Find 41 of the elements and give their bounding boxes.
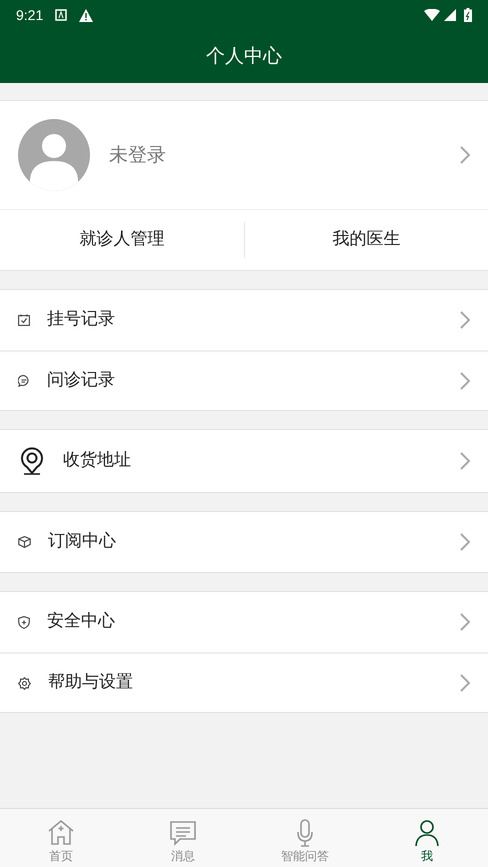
warning-icon	[79, 8, 94, 22]
person-icon	[412, 818, 442, 848]
shield-icon	[18, 616, 30, 628]
menu-label: 帮助与设置	[48, 671, 134, 694]
chat-bubble-icon	[18, 375, 30, 387]
wifi-icon	[424, 9, 440, 21]
menu-item[interactable]: 安全中心	[0, 592, 488, 652]
profile-link[interactable]: 我的医生	[244, 210, 488, 270]
message-icon	[168, 818, 198, 848]
menu-item[interactable]: 收货地址	[0, 430, 488, 492]
chevron-icon	[460, 146, 470, 164]
notification-icon	[55, 9, 68, 21]
chevron-icon	[460, 311, 470, 329]
profile-row[interactable]: 未登录	[0, 101, 488, 210]
status-time: 9:21	[16, 6, 44, 24]
menu-item[interactable]: 问诊记录	[0, 350, 488, 410]
signal-icon	[444, 9, 456, 21]
cube-icon	[18, 536, 31, 548]
chevron-icon	[460, 372, 470, 390]
calendar-check-icon	[18, 314, 30, 326]
location-pin-icon	[19, 447, 45, 475]
tab[interactable]: 我	[366, 809, 488, 867]
login-status: 未登录	[109, 142, 166, 168]
menu-item[interactable]: 帮助与设置	[0, 652, 488, 712]
menu-item[interactable]: 订阅中心	[0, 512, 488, 572]
menu-label: 订阅中心	[48, 530, 117, 554]
menu-label: 问诊记录	[47, 369, 116, 392]
avatar-icon	[18, 119, 90, 191]
battery-icon	[464, 8, 472, 22]
profile-link[interactable]: 就诊人管理	[0, 210, 244, 270]
page-title: 个人中心	[206, 44, 282, 70]
menu-item[interactable]: 挂号记录	[0, 290, 488, 350]
menu-label: 挂号记录	[47, 308, 116, 332]
menu-label: 收货地址	[63, 449, 132, 472]
home-icon	[46, 818, 76, 848]
menu-label: 安全中心	[47, 610, 116, 634]
chevron-icon	[460, 674, 470, 692]
gear-icon	[18, 676, 31, 690]
chevron-icon	[460, 452, 470, 470]
chevron-icon	[460, 613, 470, 631]
chevron-icon	[460, 533, 470, 551]
